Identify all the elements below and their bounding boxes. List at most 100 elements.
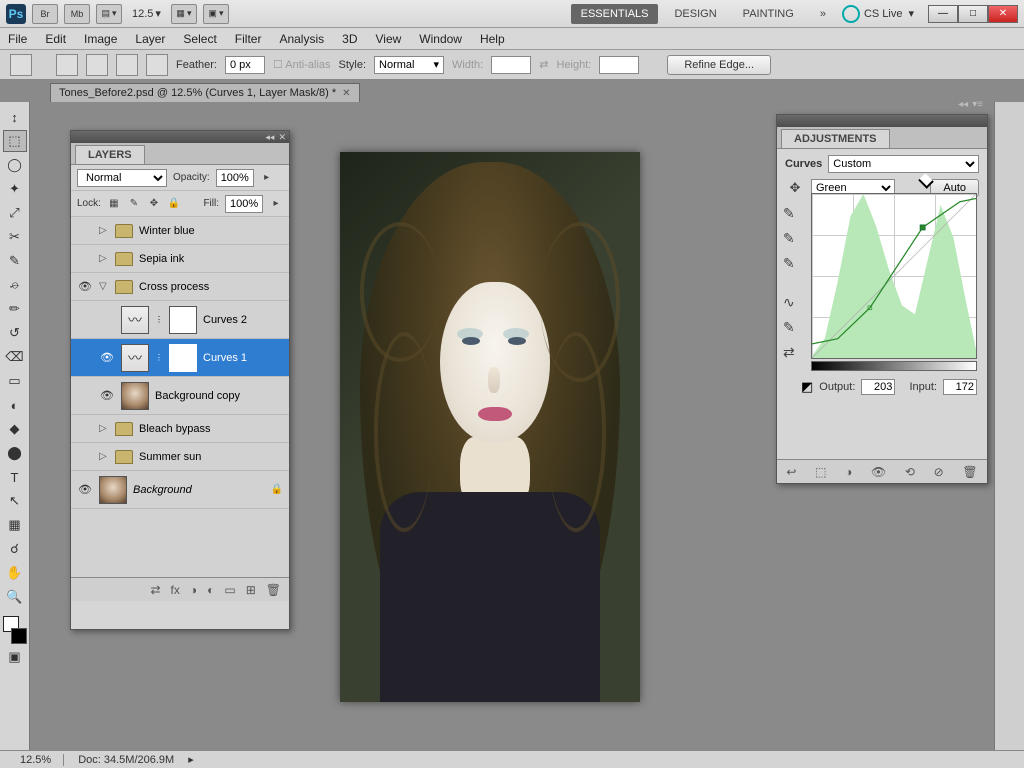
tool-crop[interactable]: ⤢ — [3, 202, 27, 224]
cslive-dropdown[interactable]: CS Live — [842, 5, 914, 23]
expand-arrow-icon[interactable]: ▷ — [99, 225, 109, 236]
status-zoom[interactable]: 12.5% — [8, 754, 64, 766]
reset-icon[interactable]: ⊘ — [934, 465, 944, 479]
adjustment-layer-icon[interactable]: ◐ — [207, 583, 214, 597]
visibility-toggle[interactable] — [99, 312, 115, 328]
blendmode-dropdown[interactable]: Normal — [77, 169, 167, 187]
eyedropper-black-icon[interactable]: ✎ — [783, 205, 795, 222]
tool-heal[interactable]: ✎ — [3, 250, 27, 272]
menu-3d[interactable]: 3D — [342, 32, 357, 46]
group-icon[interactable]: ▭ — [224, 583, 235, 597]
mask-thumb[interactable] — [169, 344, 197, 372]
tool-wand[interactable]: ✦ — [3, 178, 27, 200]
layer-row[interactable]: ▽Cross process — [71, 273, 289, 301]
screenmode-dropdown[interactable]: ▣ — [203, 4, 229, 24]
link-layers-icon[interactable]: ⇄ — [150, 583, 160, 597]
tool-stamp[interactable]: ✏ — [3, 298, 27, 320]
layer-fx-icon[interactable]: fx — [171, 583, 180, 597]
menu-window[interactable]: Window — [419, 32, 462, 46]
tool-hand[interactable]: ✋ — [3, 562, 27, 584]
return-icon[interactable]: ↩ — [786, 465, 796, 479]
marquee-rect-icon[interactable] — [56, 54, 78, 76]
tool-dodge[interactable]: ◆ — [3, 418, 27, 440]
marquee-sub-icon[interactable] — [116, 54, 138, 76]
tool-zoom[interactable]: 🔍 — [3, 586, 27, 608]
tool-path[interactable]: ↖ — [3, 490, 27, 512]
opacity-input[interactable] — [216, 169, 254, 187]
tool-lasso[interactable]: ◯ — [3, 154, 27, 176]
prev-state-icon[interactable]: ⟲ — [905, 465, 915, 479]
panel-menu-icon[interactable]: ▾≡ — [972, 99, 983, 110]
layer-row[interactable]: Background copy — [71, 377, 289, 415]
visibility-toggle[interactable] — [99, 350, 115, 366]
visibility-icon[interactable]: 👁 — [871, 465, 886, 479]
lock-trans-icon[interactable]: ▦ — [107, 197, 121, 211]
status-docsize[interactable]: Doc: 34.5M/206.9M — [78, 754, 174, 766]
quickmask-toggle[interactable]: ▣ — [3, 646, 27, 668]
menu-file[interactable]: File — [8, 32, 27, 46]
tool-blur[interactable]: ◐ — [3, 394, 27, 416]
marquee-int-icon[interactable] — [146, 54, 168, 76]
clip-icon[interactable]: ◑ — [845, 465, 852, 479]
adjustments-tab[interactable]: ADJUSTMENTS — [781, 129, 890, 148]
menu-image[interactable]: Image — [84, 32, 117, 46]
close-tab-icon[interactable]: ✕ — [342, 88, 350, 99]
menu-select[interactable]: Select — [183, 32, 216, 46]
window-close-button[interactable]: ✕ — [988, 5, 1018, 23]
tool-type[interactable]: T — [3, 466, 27, 488]
trash-icon[interactable]: 🗑 — [266, 583, 281, 597]
expand-arrow-icon[interactable]: ▷ — [99, 253, 109, 264]
tool-brush[interactable]: ⌮ — [3, 274, 27, 296]
tool-3d[interactable]: ☌ — [3, 538, 27, 560]
arrange-dropdown[interactable]: ▦ — [171, 4, 197, 24]
visibility-toggle[interactable] — [77, 421, 93, 437]
workspace-expand[interactable]: » — [810, 4, 836, 24]
tool-gradient[interactable]: ▭ — [3, 370, 27, 392]
eyedropper-gray-icon[interactable]: ✎ — [783, 230, 795, 247]
tool-eyedropper[interactable]: ✂ — [3, 226, 27, 248]
visibility-toggle[interactable] — [77, 449, 93, 465]
feather-input[interactable] — [225, 56, 265, 74]
expand-arrow-icon[interactable]: ▷ — [99, 423, 109, 434]
input-input[interactable] — [943, 379, 977, 395]
expand-arrow-icon[interactable]: ▷ — [99, 451, 109, 462]
curve-smooth-icon[interactable]: ⇄ — [783, 344, 795, 361]
layer-row[interactable]: ▷Bleach bypass — [71, 415, 289, 443]
trash-adj-icon[interactable]: 🗑 — [962, 465, 977, 479]
fill-arrow-icon[interactable]: ▸ — [269, 197, 283, 211]
document-tab[interactable]: Tones_Before2.psd @ 12.5% (Curves 1, Lay… — [50, 83, 360, 102]
workspace-painting[interactable]: PAINTING — [733, 4, 804, 24]
bridge-button[interactable]: Br — [32, 4, 58, 24]
visibility-toggle[interactable] — [77, 251, 93, 267]
expand-arrow-icon[interactable]: ▽ — [99, 281, 109, 292]
zoom-level-dropdown[interactable]: 12.5 — [132, 7, 161, 20]
marquee-add-icon[interactable] — [86, 54, 108, 76]
window-maximize-button[interactable]: □ — [958, 5, 988, 23]
layer-row[interactable]: ▷Winter blue — [71, 217, 289, 245]
expand-icon[interactable]: ⬚ — [815, 465, 826, 479]
workspace-essentials[interactable]: ESSENTIALS — [571, 4, 659, 24]
panel-collapse-icon[interactable]: ◂◂ — [958, 99, 968, 110]
menu-filter[interactable]: Filter — [235, 32, 262, 46]
layer-row[interactable]: ▷Sepia ink — [71, 245, 289, 273]
menu-help[interactable]: Help — [480, 32, 505, 46]
adj-panel-grip[interactable] — [777, 115, 987, 127]
layers-tab[interactable]: LAYERS — [75, 145, 145, 164]
tool-move[interactable]: ↕ — [3, 106, 27, 128]
output-input[interactable] — [861, 379, 895, 395]
tool-history-brush[interactable]: ↺ — [3, 322, 27, 344]
layer-row[interactable]: ▷Summer sun — [71, 443, 289, 471]
menu-view[interactable]: View — [375, 32, 401, 46]
curves-input-slider[interactable] — [811, 361, 977, 371]
curves-preset-dropdown[interactable]: Custom — [828, 155, 979, 173]
view-extras-dropdown[interactable]: ▤ — [96, 4, 122, 24]
fill-input[interactable] — [225, 195, 263, 213]
tool-marquee[interactable]: ⬚ — [3, 130, 27, 152]
curves-graph[interactable] — [811, 193, 977, 359]
panel-grip[interactable]: ◂◂✕ — [71, 131, 289, 143]
tool-shape[interactable]: ▦ — [3, 514, 27, 536]
lock-pos-icon[interactable]: ✥ — [147, 197, 161, 211]
tool-eraser[interactable]: ⌫ — [3, 346, 27, 368]
mask-thumb[interactable] — [169, 306, 197, 334]
eyedropper-white-icon[interactable]: ✎ — [783, 255, 795, 272]
